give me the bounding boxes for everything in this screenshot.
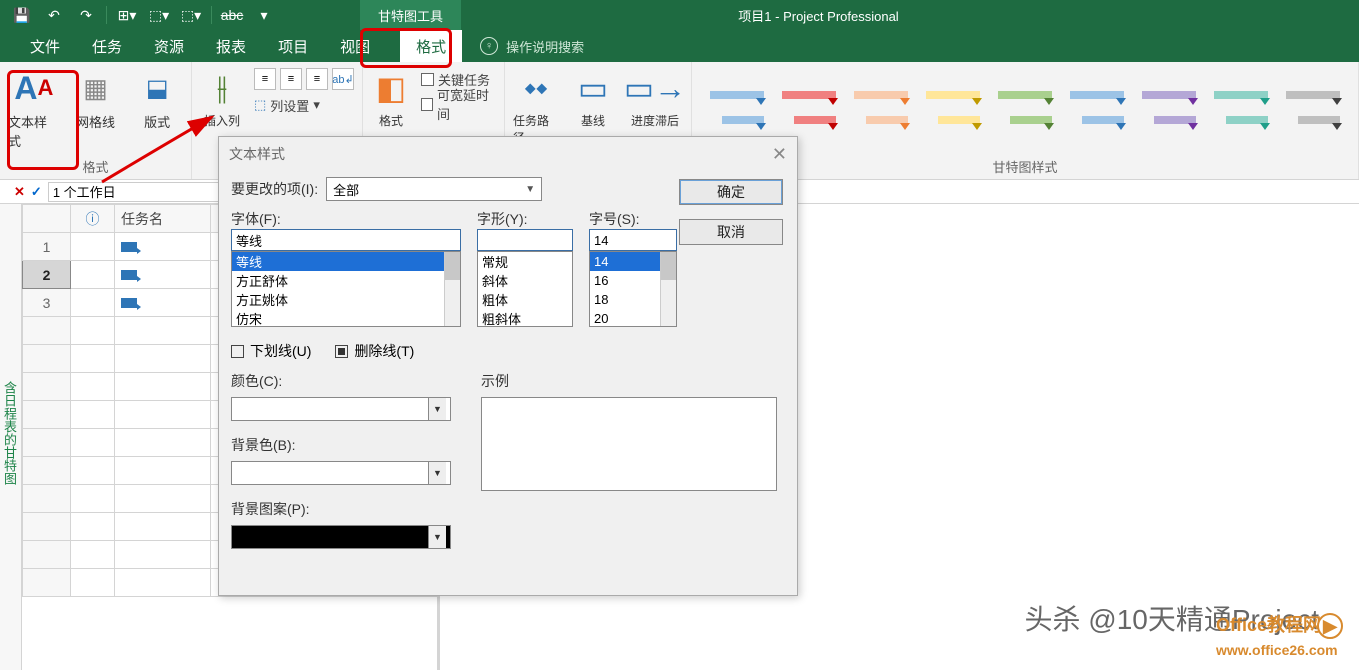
text-styles-button[interactable]: AA 文本样式	[8, 68, 60, 150]
slack-checkbox[interactable]: 可宽延时间	[421, 93, 496, 115]
format-button[interactable]: ◧ 格式	[371, 68, 411, 129]
col-info[interactable]: ⓘ	[71, 205, 115, 233]
cancel-icon[interactable]: ✕	[14, 184, 25, 200]
chevron-down-icon: ▼	[428, 398, 446, 420]
size-label: 字号(S):	[589, 209, 677, 229]
tab-file[interactable]: 文件	[14, 30, 76, 62]
save-icon[interactable]: 💾	[8, 4, 36, 26]
baseline-button[interactable]: ▭ 基线	[573, 68, 613, 129]
layout-icon: ⬓	[137, 68, 177, 108]
gantt-style-chip[interactable]	[778, 76, 840, 138]
tab-view[interactable]: 视图	[324, 30, 386, 62]
col-name[interactable]: 任务名	[115, 205, 211, 233]
ribbon-tabs: 文件 任务 资源 报表 项目 视图 格式 ♀ 操作说明搜索	[0, 30, 1359, 62]
qat-item[interactable]: abc	[218, 4, 246, 26]
chevron-down-icon: ▼	[428, 526, 446, 548]
text-styles-dialog: 文本样式 ✕ 确定 取消 要更改的项(I): 全部▼ 字体(F): 等线方正舒体…	[218, 136, 798, 596]
column-settings-button[interactable]: ⬚ 列设置 ▾	[254, 94, 354, 116]
redo-icon[interactable]: ↷	[72, 4, 100, 26]
gantt-style-chip[interactable]	[1066, 76, 1128, 138]
strikethrough-checkbox[interactable]: 删除线(T)	[335, 341, 414, 361]
insert-col-icon: ⫲	[202, 68, 242, 108]
qat-item[interactable]: ⬚▾	[145, 4, 173, 26]
align-center-icon[interactable]: ≡	[280, 68, 302, 90]
item-to-change-select[interactable]: 全部▼	[326, 177, 542, 201]
size-input[interactable]	[589, 229, 677, 251]
bgpattern-select[interactable]: ▼	[231, 525, 451, 549]
color-select[interactable]: ▼	[231, 397, 451, 421]
list-option[interactable]: 仿宋	[232, 309, 460, 327]
gantt-style-chip[interactable]	[850, 76, 912, 138]
progress-icon: ▭→	[635, 68, 675, 108]
gantt-style-chip[interactable]	[922, 76, 984, 138]
format-icon: ◧	[371, 68, 411, 108]
confirm-icon[interactable]: ✓	[31, 184, 42, 200]
color-label: 颜色(C):	[231, 371, 451, 391]
list-option[interactable]: 常规	[478, 252, 572, 271]
style-input[interactable]	[477, 229, 573, 251]
undo-icon[interactable]: ↶	[40, 4, 68, 26]
annotation-arrow-icon	[92, 112, 232, 192]
wrap-text-icon[interactable]: ab↲	[332, 68, 354, 90]
baseline-icon: ▭	[573, 68, 613, 108]
title-bar: 💾 ↶ ↷ ⊞▾ ⬚▾ ⬚▾ abc ▾ 项目1 - Project Profe…	[0, 0, 1359, 30]
sample-label: 示例	[481, 371, 777, 391]
font-listbox[interactable]: 等线方正舒体方正姚体仿宋	[231, 251, 461, 327]
logo-icon: ▶	[1317, 613, 1343, 639]
tab-resource[interactable]: 资源	[138, 30, 200, 62]
sample-preview	[481, 397, 777, 491]
quick-access-toolbar: 💾 ↶ ↷ ⊞▾ ⬚▾ ⬚▾ abc ▾	[0, 4, 278, 26]
style-listbox[interactable]: 常规斜体粗体粗斜体	[477, 251, 573, 327]
settings-icon: ⬚	[254, 97, 266, 113]
qat-item[interactable]: ⊞▾	[113, 4, 141, 26]
list-option[interactable]: 粗斜体	[478, 309, 572, 327]
underline-checkbox[interactable]: 下划线(U)	[231, 341, 311, 361]
grid-icon: ▦	[76, 68, 116, 108]
list-option[interactable]: 斜体	[478, 271, 572, 290]
context-tool-header: 甘特图工具	[360, 0, 461, 30]
bgcolor-select[interactable]: ▼	[231, 461, 451, 485]
style-label: 字形(Y):	[477, 209, 573, 229]
gantt-style-chip[interactable]	[994, 76, 1056, 138]
item-to-change-label: 要更改的项(I):	[231, 179, 318, 199]
close-icon[interactable]: ✕	[772, 144, 787, 165]
view-sidebar-label[interactable]: 含日程表的甘特图	[0, 204, 22, 670]
qat-more-icon[interactable]: ▾	[250, 4, 278, 26]
slippage-button[interactable]: ▭→ 进度滞后	[627, 68, 683, 129]
list-option[interactable]: 方正舒体	[232, 271, 460, 290]
font-input[interactable]	[231, 229, 461, 251]
gantt-style-chip[interactable]	[1138, 76, 1200, 138]
task-path-button[interactable]: ⬩⬩ 任务路径	[513, 68, 559, 146]
watermark-logo: Office教程网▶ www.office26.com	[1216, 611, 1343, 660]
text-styles-icon: AA	[14, 68, 54, 108]
tab-report[interactable]: 报表	[200, 30, 262, 62]
align-right-icon[interactable]: ≡	[306, 68, 328, 90]
dialog-title: 文本样式	[229, 144, 285, 164]
tab-project[interactable]: 项目	[262, 30, 324, 62]
task-path-icon: ⬩⬩	[516, 68, 556, 108]
tell-me-search[interactable]: ♀ 操作说明搜索	[480, 30, 584, 62]
gantt-style-chip[interactable]	[1210, 76, 1272, 138]
cancel-button[interactable]: 取消	[679, 219, 783, 245]
align-left-icon[interactable]: ≡	[254, 68, 276, 90]
gantt-style-chip[interactable]	[706, 76, 768, 138]
tab-task[interactable]: 任务	[76, 30, 138, 62]
bgpattern-label: 背景图案(P):	[231, 499, 451, 519]
list-option[interactable]: 粗体	[478, 290, 572, 309]
chevron-down-icon: ▼	[525, 184, 535, 195]
gantt-style-chip[interactable]	[1282, 76, 1344, 138]
list-option[interactable]: 等线	[232, 252, 460, 271]
qat-item[interactable]: ⬚▾	[177, 4, 205, 26]
bgcolor-label: 背景色(B):	[231, 435, 451, 455]
ok-button[interactable]: 确定	[679, 179, 783, 205]
chevron-down-icon: ▼	[428, 462, 446, 484]
list-option[interactable]: 方正姚体	[232, 290, 460, 309]
size-listbox[interactable]: 14161820	[589, 251, 677, 327]
bulb-icon: ♀	[480, 37, 498, 55]
tab-format[interactable]: 格式	[400, 30, 462, 62]
font-label: 字体(F):	[231, 209, 461, 229]
